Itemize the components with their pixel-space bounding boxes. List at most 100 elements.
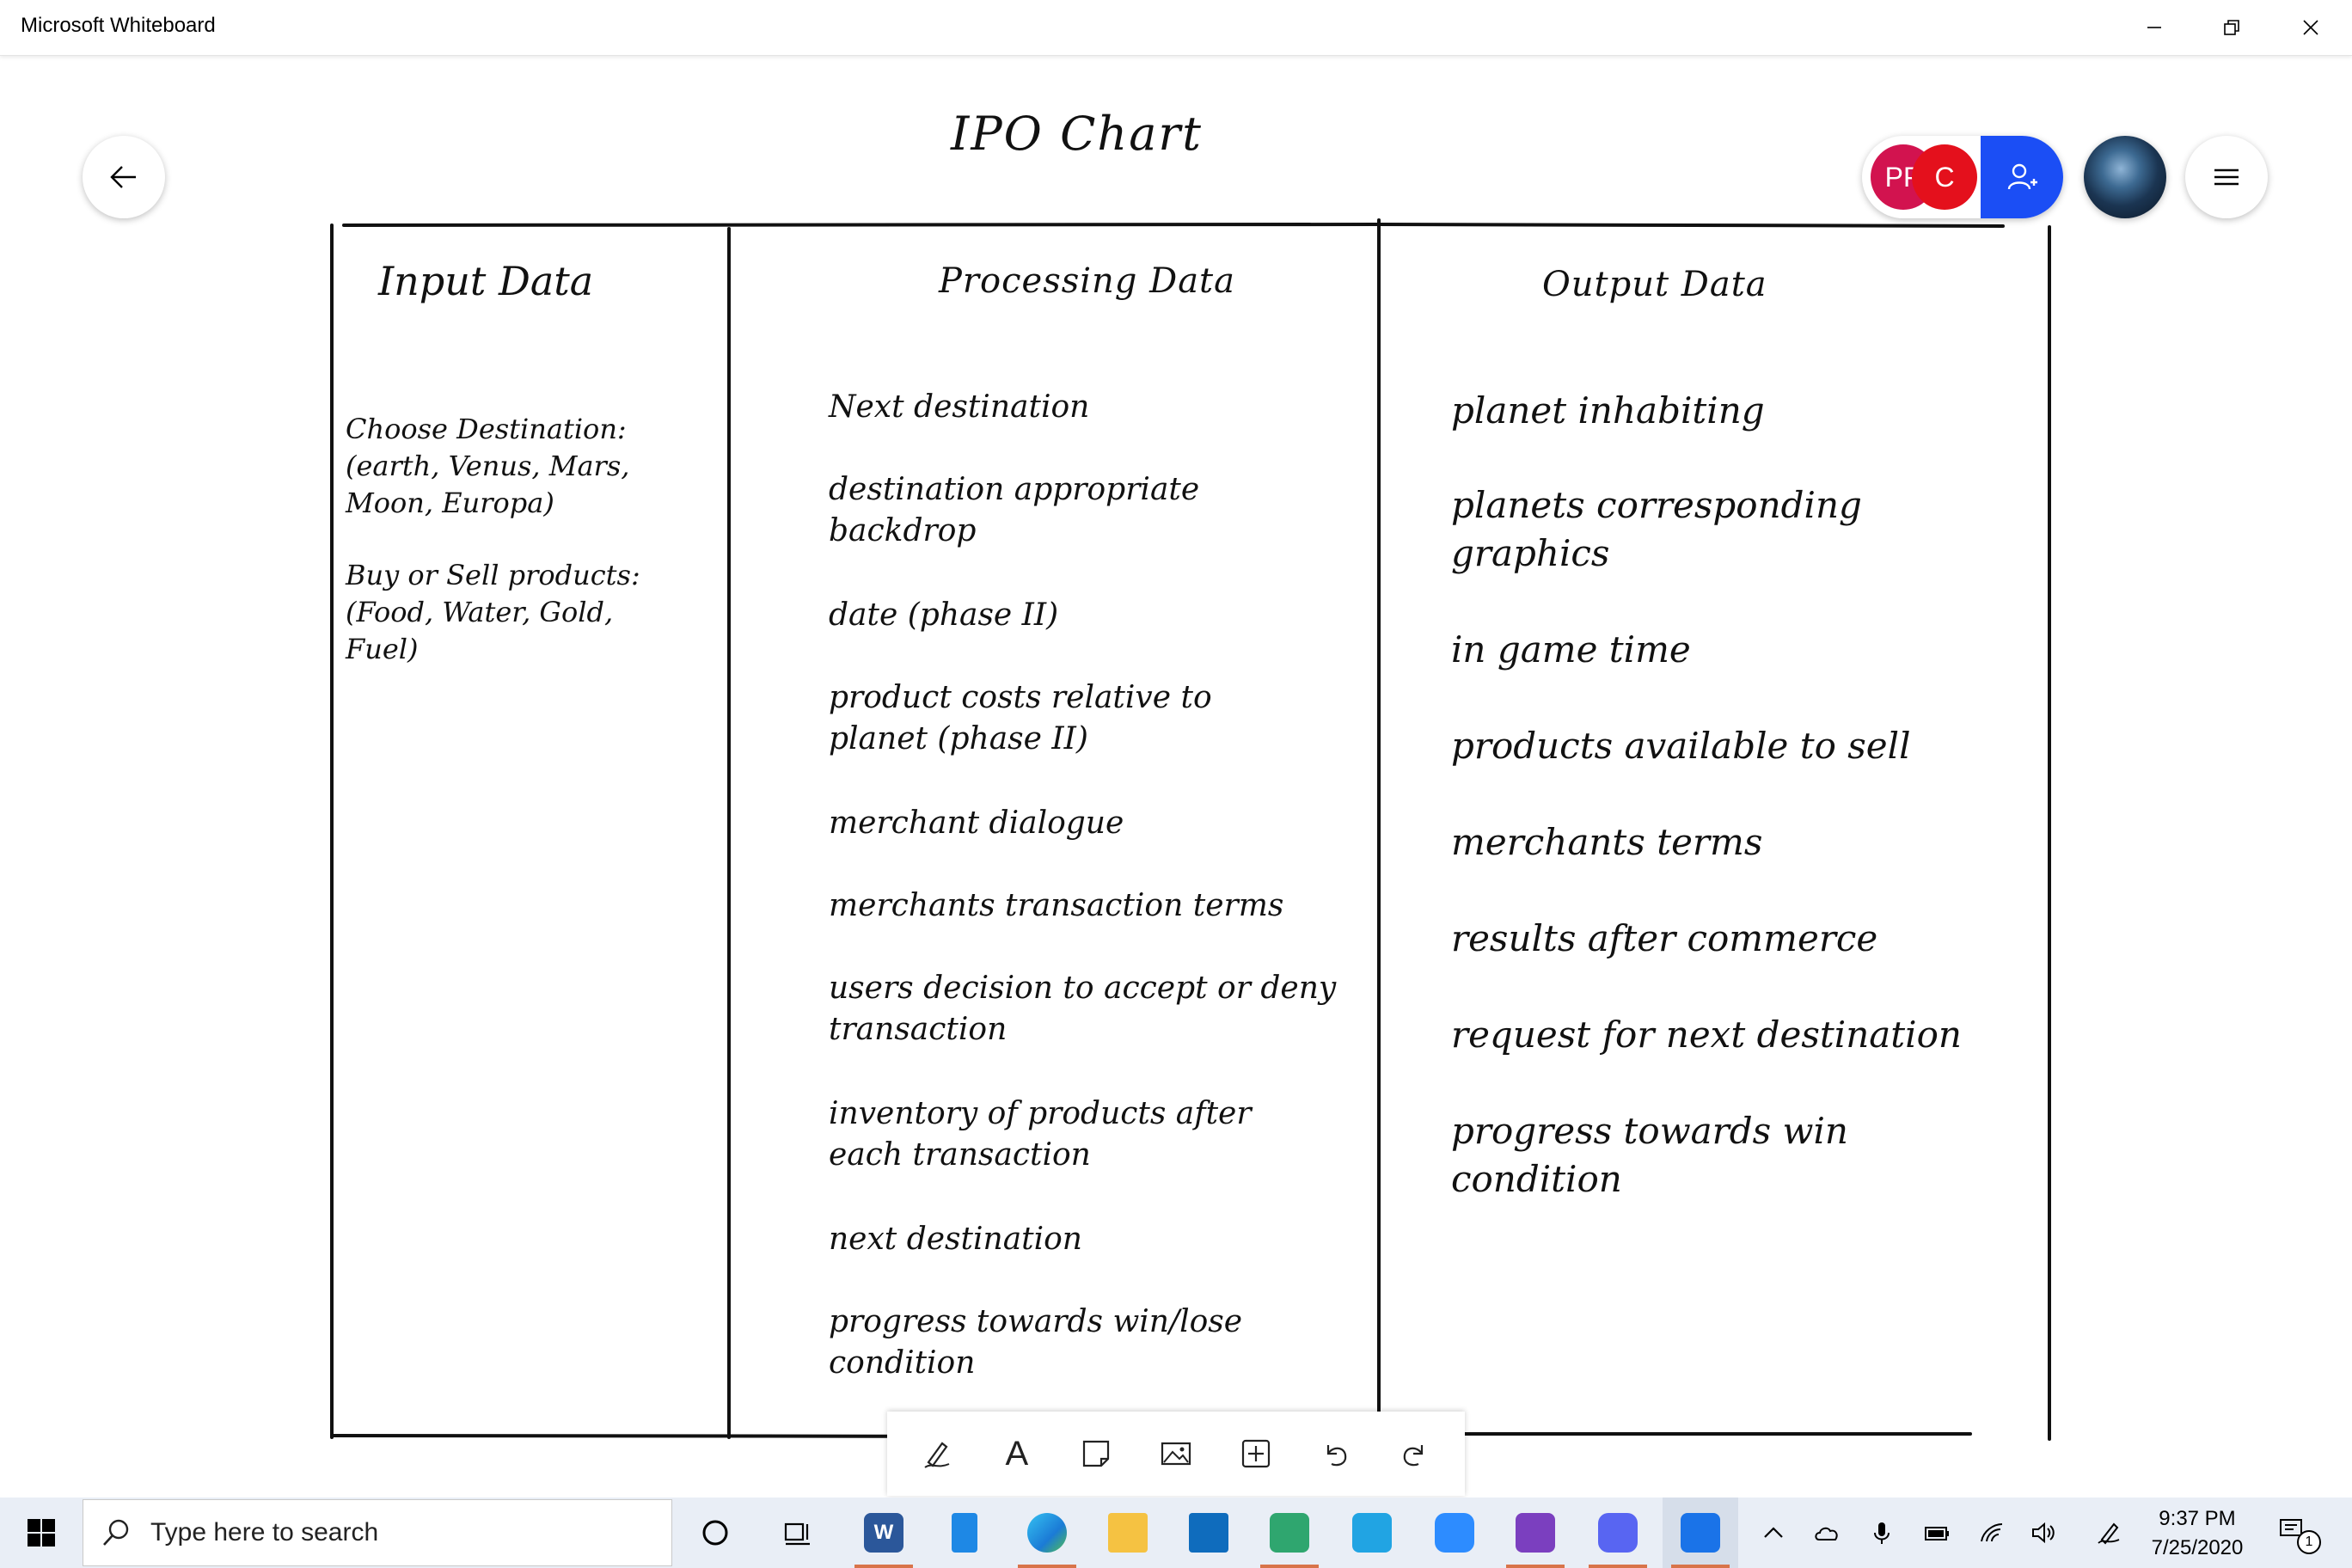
store-icon bbox=[1352, 1513, 1392, 1553]
processing-item[interactable]: merchant dialogue bbox=[829, 803, 1124, 844]
add-person-icon bbox=[2007, 163, 2037, 190]
input-item[interactable]: Buy or Sell products: (Food, Water, Gold… bbox=[346, 557, 640, 668]
edge-icon bbox=[1027, 1513, 1067, 1553]
output-item[interactable]: merchants terms bbox=[1451, 818, 1762, 867]
output-column-heading[interactable]: Output Data bbox=[1542, 265, 1767, 304]
action-center-button[interactable]: 1 bbox=[2269, 1498, 2321, 1568]
redo-button[interactable] bbox=[1384, 1423, 1446, 1485]
taskbar-search[interactable]: Type here to search bbox=[83, 1499, 672, 1566]
processing-item[interactable]: destination appropriate backdrop bbox=[829, 469, 1199, 552]
user-avatar[interactable] bbox=[2084, 136, 2166, 218]
invite-button[interactable] bbox=[1981, 136, 2063, 218]
notification-count-badge: 1 bbox=[2297, 1530, 2321, 1554]
back-button[interactable] bbox=[83, 136, 165, 218]
whiteboard-icon bbox=[1681, 1513, 1720, 1553]
undo-button[interactable] bbox=[1304, 1423, 1366, 1485]
system-clock[interactable]: 9:37 PM 7/25/2020 bbox=[2137, 1504, 2257, 1563]
visual-studio-icon bbox=[1516, 1513, 1555, 1553]
taskbar-app-notes[interactable] bbox=[927, 1498, 1002, 1568]
output-item[interactable]: request for next destination bbox=[1451, 1011, 1962, 1059]
chevron-up-icon bbox=[1764, 1527, 1783, 1538]
processing-column-heading[interactable]: Processing Data bbox=[939, 261, 1235, 301]
processing-item[interactable]: merchants transaction terms bbox=[829, 885, 1283, 927]
processing-item[interactable]: date (phase II) bbox=[829, 595, 1058, 636]
discord-icon bbox=[1598, 1513, 1638, 1553]
zoom-icon bbox=[1435, 1513, 1474, 1553]
start-button[interactable] bbox=[0, 1498, 83, 1568]
participants-bar[interactable]: PP C bbox=[1862, 136, 2063, 218]
pen-tool-button[interactable] bbox=[906, 1423, 968, 1485]
processing-item[interactable]: next destination bbox=[829, 1219, 1082, 1260]
notes-icon bbox=[952, 1513, 977, 1553]
microphone-tray[interactable] bbox=[1857, 1498, 1907, 1568]
windows-logo-icon bbox=[28, 1519, 55, 1547]
minimize-icon bbox=[2147, 27, 2161, 28]
processing-item[interactable]: progress towards win/lose condition bbox=[829, 1302, 1242, 1384]
battery-icon bbox=[1925, 1527, 1949, 1540]
taskbar-app-store[interactable] bbox=[1334, 1498, 1410, 1568]
minimize-button[interactable] bbox=[2116, 0, 2192, 55]
participant-avatar-c[interactable]: C bbox=[1912, 144, 1977, 210]
show-hidden-icons-button[interactable] bbox=[1749, 1498, 1798, 1568]
processing-item[interactable]: inventory of products after each transac… bbox=[829, 1093, 1252, 1176]
hamburger-menu-icon bbox=[2214, 168, 2239, 186]
processing-item[interactable]: Next destination bbox=[829, 387, 1089, 428]
output-item[interactable]: progress towards win condition bbox=[1451, 1107, 1848, 1204]
file-explorer-icon bbox=[1108, 1513, 1148, 1553]
pen-workspace-icon bbox=[2098, 1522, 2120, 1545]
running-indicator bbox=[1260, 1565, 1319, 1568]
network-tray[interactable] bbox=[1967, 1498, 2017, 1568]
close-button[interactable] bbox=[2273, 0, 2349, 55]
pen-workspace-tray[interactable] bbox=[2084, 1498, 2134, 1568]
sticky-note-button[interactable] bbox=[1065, 1423, 1127, 1485]
taskbar-app-snip[interactable] bbox=[1252, 1498, 1327, 1568]
task-view-icon bbox=[784, 1522, 810, 1546]
taskbar-app-whiteboard[interactable] bbox=[1663, 1498, 1738, 1568]
cortana-circle-icon bbox=[702, 1520, 728, 1546]
running-indicator bbox=[1018, 1565, 1076, 1568]
cortana-button[interactable] bbox=[677, 1498, 753, 1568]
output-item[interactable]: in game time bbox=[1451, 626, 1691, 674]
task-view-button[interactable] bbox=[760, 1498, 836, 1568]
menu-button[interactable] bbox=[2185, 136, 2268, 218]
input-item[interactable]: Choose Destination: (earth, Venus, Mars,… bbox=[346, 411, 629, 522]
taskbar-app-zoom[interactable] bbox=[1417, 1498, 1492, 1568]
word-icon: W bbox=[864, 1513, 903, 1553]
insert-button[interactable] bbox=[1225, 1423, 1287, 1485]
undo-icon bbox=[1326, 1445, 1347, 1467]
close-icon bbox=[2303, 20, 2318, 35]
search-icon bbox=[103, 1519, 129, 1546]
wifi-icon bbox=[1981, 1523, 2003, 1542]
taskbar-app-word[interactable]: W bbox=[846, 1498, 922, 1568]
taskbar-app-mail[interactable] bbox=[1171, 1498, 1246, 1568]
running-indicator bbox=[1589, 1565, 1647, 1568]
image-icon bbox=[1161, 1442, 1191, 1466]
output-item[interactable]: results after commerce bbox=[1451, 915, 1877, 963]
onedrive-tray[interactable] bbox=[1802, 1498, 1852, 1568]
output-item[interactable]: planet inhabiting bbox=[1451, 387, 1765, 435]
app-title: Microsoft Whiteboard bbox=[21, 14, 216, 37]
input-column-heading[interactable]: Input Data bbox=[378, 258, 593, 304]
text-tool-button[interactable]: A bbox=[986, 1423, 1048, 1485]
restore-button[interactable] bbox=[2194, 0, 2269, 55]
title-bar: Microsoft Whiteboard bbox=[0, 0, 2352, 56]
whiteboard-toolbar: A bbox=[887, 1412, 1465, 1496]
speaker-icon bbox=[2032, 1522, 2055, 1544]
battery-tray[interactable] bbox=[1912, 1498, 1962, 1568]
running-indicator bbox=[1506, 1565, 1565, 1568]
processing-item[interactable]: product costs relative to planet (phase … bbox=[829, 677, 1212, 760]
taskbar-app-visual-studio[interactable] bbox=[1498, 1498, 1573, 1568]
snip-sketch-icon bbox=[1270, 1513, 1309, 1553]
volume-tray[interactable] bbox=[2018, 1498, 2068, 1568]
processing-item[interactable]: users decision to accept or deny transac… bbox=[829, 968, 1336, 1050]
whiteboard-canvas[interactable]: PP C IPO Chart Input Data Processing Dat… bbox=[0, 55, 2352, 1498]
taskbar-app-file-explorer[interactable] bbox=[1090, 1498, 1166, 1568]
chart-title[interactable]: IPO Chart bbox=[951, 107, 1203, 161]
image-button[interactable] bbox=[1145, 1423, 1207, 1485]
sticky-note-icon bbox=[1083, 1440, 1110, 1467]
taskbar-app-discord[interactable] bbox=[1580, 1498, 1656, 1568]
output-item[interactable]: products available to sell bbox=[1451, 722, 1911, 770]
search-placeholder: Type here to search bbox=[150, 1518, 379, 1547]
output-item[interactable]: planets corresponding graphics bbox=[1451, 481, 1862, 578]
taskbar-app-edge[interactable] bbox=[1009, 1498, 1085, 1568]
